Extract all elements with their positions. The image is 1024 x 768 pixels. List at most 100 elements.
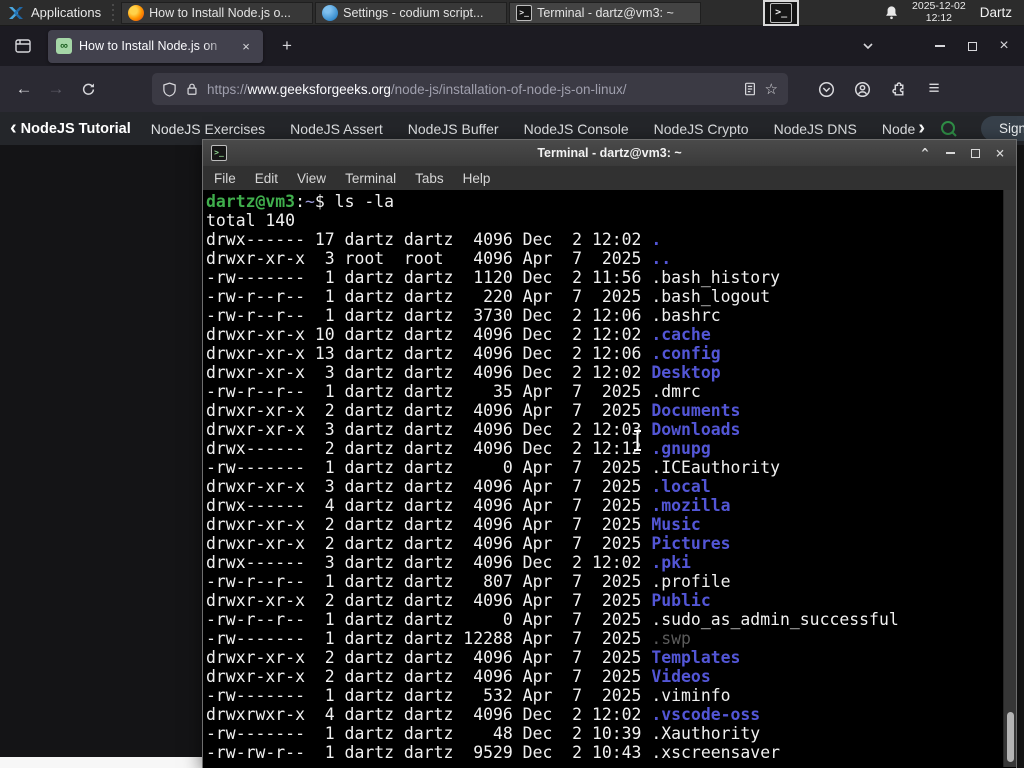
nav-chevron-left-icon[interactable]: ‹ xyxy=(10,117,17,140)
ls-name: .config xyxy=(651,344,721,363)
gfg-nav-item[interactable]: NodeJS Assert xyxy=(290,121,383,137)
terminal-minimize-button[interactable] xyxy=(942,145,958,161)
ls-name: .viminfo xyxy=(651,686,731,705)
gfg-nav-primary[interactable]: NodeJS Tutorial xyxy=(21,121,131,137)
shield-icon[interactable] xyxy=(162,81,177,97)
ls-name: .profile xyxy=(651,572,731,591)
ls-meta: drwxr-xr-x 3 root root 4096 Apr 7 2025 xyxy=(206,249,652,268)
ls-name: Desktop xyxy=(651,363,721,382)
gfg-nav-item-label: NodeJS Crypto xyxy=(653,120,749,137)
ls-meta: drwxr-xr-x 2 dartz dartz 4096 Apr 7 2025 xyxy=(206,515,652,534)
ls-name: .. xyxy=(651,249,672,268)
gfg-nav-item-label: NodeJS Console xyxy=(523,120,629,137)
gfg-nav-item[interactable]: NodeJS Console xyxy=(524,121,629,137)
terminal-line: -rw------- 1 dartz dartz 1120 Dec 2 11:5… xyxy=(206,268,1016,287)
terminal-line: -rw-r--r-- 1 dartz dartz 35 Apr 7 2025 .… xyxy=(206,382,1016,401)
terminal-total-line: total 140 xyxy=(206,211,296,230)
terminal-titlebar[interactable]: >_ Terminal - dartz@vm3: ~ ^ × xyxy=(203,140,1016,166)
pocket-icon[interactable] xyxy=(810,73,842,105)
prompt-command: $ ls -la xyxy=(314,192,395,211)
gfg-nav-item[interactable]: NodeJS Exercises xyxy=(151,121,265,137)
terminal-shade-button[interactable]: ^ xyxy=(917,145,933,161)
gfg-nav-item[interactable]: Node › xyxy=(882,117,925,140)
ls-meta: -rw-r--r-- 1 dartz dartz 0 Apr 7 2025 xyxy=(206,610,652,629)
sign-in-button[interactable]: Sign In xyxy=(980,116,1024,141)
terminal-menu-tabs[interactable]: Tabs xyxy=(415,171,444,186)
terminal-menu-view[interactable]: View xyxy=(297,171,326,186)
lock-icon[interactable] xyxy=(185,82,199,96)
window-close-button[interactable]: × xyxy=(988,33,1020,59)
applications-label: Applications xyxy=(31,5,102,20)
ls-name: .cache xyxy=(651,325,711,344)
gfg-nav-item[interactable]: NodeJS Buffer xyxy=(408,121,499,137)
terminal-line: drwx------ 2 dartz dartz 4096 Dec 2 12:1… xyxy=(206,439,1016,458)
codium-icon xyxy=(322,4,339,21)
nav-chevron-right-icon[interactable]: › xyxy=(918,117,925,140)
ls-name: .vscode-oss xyxy=(651,705,761,724)
terminal-line: drwxr-xr-x 3 dartz dartz 4096 Dec 2 12:0… xyxy=(206,420,1016,439)
terminal-line: drwxr-xr-x 3 dartz dartz 4096 Dec 2 12:0… xyxy=(206,363,1016,382)
page-background xyxy=(0,145,202,768)
terminal-menu-edit[interactable]: Edit xyxy=(255,171,278,186)
gfg-nav-item-label: Node xyxy=(881,120,916,137)
ls-meta: drwxr-xr-x 2 dartz dartz 4096 Apr 7 2025 xyxy=(206,591,652,610)
terminal-menu-file[interactable]: File xyxy=(214,171,236,186)
applications-menu-button[interactable]: Applications xyxy=(0,0,108,26)
terminal-maximize-button[interactable] xyxy=(967,145,983,161)
tab-close-icon[interactable]: × xyxy=(237,37,255,55)
search-icon[interactable] xyxy=(939,116,959,142)
ls-name: .mozilla xyxy=(651,496,731,515)
url-text[interactable]: https://www.geeksforgeeks.org/node-js/in… xyxy=(207,82,735,97)
gfg-nav-item[interactable]: NodeJS DNS xyxy=(774,121,857,137)
account-icon[interactable] xyxy=(846,73,878,105)
taskbar-button[interactable]: Settings - codium script... xyxy=(315,1,508,24)
page-white-strip xyxy=(0,757,202,768)
firefox-view-icon[interactable] xyxy=(8,31,38,61)
list-all-tabs-chevron-icon[interactable] xyxy=(854,32,882,60)
terminal-close-button[interactable]: × xyxy=(992,144,1008,162)
window-maximize-button[interactable] xyxy=(956,33,988,59)
taskbar-button[interactable]: >_ Terminal - dartz@vm3: ~ xyxy=(509,1,702,24)
browser-tab[interactable]: ∞ How to Install Node.js on × xyxy=(48,29,263,63)
terminal-prompt-line: dartz@vm3:~$ ls -la xyxy=(206,192,395,211)
ls-meta: drwxrwxr-x 4 dartz dartz 4096 Dec 2 12:0… xyxy=(206,705,652,724)
panel-terminal-launcher[interactable]: >_ xyxy=(763,0,800,26)
window-minimize-button[interactable] xyxy=(924,33,956,59)
url-bar[interactable]: https://www.geeksforgeeks.org/node-js/in… xyxy=(152,73,788,105)
terminal-scrollbar[interactable] xyxy=(1003,190,1016,767)
terminal-content[interactable]: dartz@vm3:~$ ls -la total 140 drwx------… xyxy=(203,190,1016,767)
terminal-scrollbar-thumb[interactable] xyxy=(1007,712,1014,762)
hamburger-menu-icon[interactable]: ≡ xyxy=(918,73,950,105)
clock-time: 12:12 xyxy=(925,11,953,24)
ls-meta: drwxr-xr-x 3 dartz dartz 4096 Dec 2 12:0… xyxy=(206,363,652,382)
terminal-menubar: File Edit View Terminal Tabs Help xyxy=(203,166,1016,190)
taskbar-button[interactable]: How to Install Node.js o... xyxy=(121,1,314,24)
ls-name: Pictures xyxy=(651,534,731,553)
gfg-nav-item-label: NodeJS Buffer xyxy=(407,120,499,137)
top-panel: Applications How to Install Node.js o...… xyxy=(0,0,1024,26)
terminal-icon: >_ xyxy=(211,145,227,161)
url-host: www.geeksforgeeks.org xyxy=(247,81,391,97)
ls-name: .bash_history xyxy=(651,268,780,287)
ls-meta: drwx------ 4 dartz dartz 4096 Apr 7 2025 xyxy=(206,496,652,515)
reader-view-icon[interactable] xyxy=(743,82,757,96)
gfg-nav-item[interactable]: NodeJS Crypto xyxy=(654,121,749,137)
url-scheme: https:// xyxy=(207,81,248,97)
ls-meta: -rw------- 1 dartz dartz 1120 Dec 2 11:5… xyxy=(206,268,652,287)
terminal-menu-help[interactable]: Help xyxy=(463,171,491,186)
terminal-menu-terminal[interactable]: Terminal xyxy=(345,171,396,186)
prompt-user-host: dartz@vm3 xyxy=(206,192,296,211)
extensions-puzzle-icon[interactable] xyxy=(882,73,914,105)
panel-handle[interactable] xyxy=(110,3,118,22)
terminal-line: drwxr-xr-x 10 dartz dartz 4096 Dec 2 12:… xyxy=(206,325,1016,344)
bookmark-star-icon[interactable]: ☆ xyxy=(765,80,778,98)
notification-bell-icon[interactable] xyxy=(880,2,902,24)
ls-name: Downloads xyxy=(651,420,741,439)
ls-meta: drwx------ 2 dartz dartz 4096 Dec 2 12:1… xyxy=(206,439,652,458)
panel-clock[interactable]: 2025-12-02 12:12 xyxy=(912,0,966,24)
reload-button[interactable] xyxy=(72,73,104,105)
back-button[interactable]: ← xyxy=(8,73,40,105)
panel-user-label[interactable]: Dartz xyxy=(980,5,1012,20)
new-tab-button[interactable]: + xyxy=(273,32,301,60)
ls-name: Documents xyxy=(651,401,741,420)
